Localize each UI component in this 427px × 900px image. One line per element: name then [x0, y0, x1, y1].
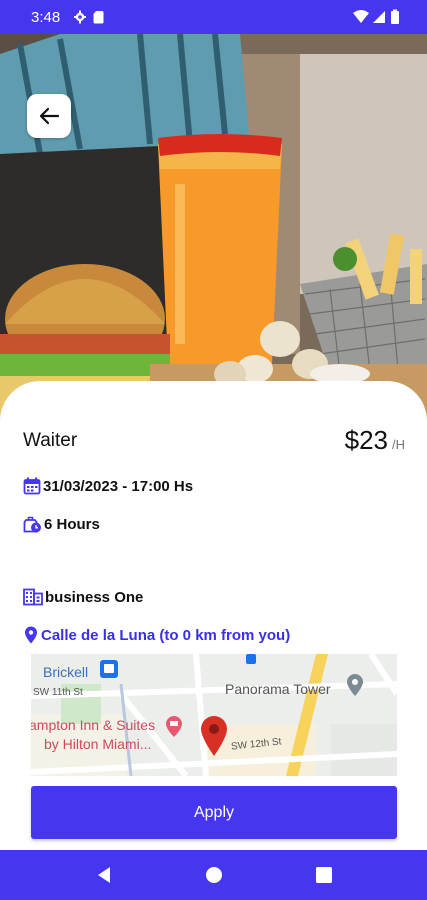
battery-icon: [391, 11, 399, 24]
apply-button[interactable]: Apply: [31, 786, 397, 839]
status-time: 3:48: [31, 9, 61, 26]
bus-stop-icon: [246, 654, 256, 664]
wifi-icon: [353, 10, 369, 23]
duration-row: 6 Hours: [23, 515, 100, 534]
nav-back-icon[interactable]: [94, 865, 114, 885]
location-pin-icon: [25, 626, 37, 644]
calendar-icon: [23, 477, 41, 495]
status-bar: 3:48: [0, 0, 427, 34]
map-label-street-sw11: SW 11th St: [33, 687, 83, 698]
hero-image: [0, 34, 427, 420]
map-label-brickell: Brickell: [43, 664, 89, 680]
date-row: 31/03/2023 - 17:00 Hs: [23, 477, 193, 495]
job-title: Waiter: [23, 430, 78, 451]
signal-icon: [373, 11, 385, 23]
address-row[interactable]: Calle de la Luna (to 0 km from you): [23, 626, 290, 644]
sim-card-icon: [93, 11, 104, 24]
map-label-hampton-line1: ampton Inn & Suites: [31, 717, 156, 733]
arrow-left-icon: [39, 107, 60, 125]
job-price: $23 /H: [345, 425, 405, 456]
nav-recents-icon[interactable]: [314, 865, 334, 885]
business-icon: [23, 588, 43, 606]
map-label-hampton-line2: by Hilton Miami...: [44, 736, 152, 752]
business-row: business One: [23, 588, 143, 606]
price-value: $23: [344, 425, 388, 455]
date-time-text: 31/03/2023 - 17:00 Hs: [43, 477, 194, 495]
status-right-icons: [353, 9, 405, 30]
business-name: business One: [45, 588, 144, 606]
status-left-icons: [74, 10, 106, 29]
back-button[interactable]: [27, 94, 71, 138]
duration-text: 6 Hours: [44, 516, 100, 533]
nav-home-icon[interactable]: [204, 865, 224, 885]
navigation-bar: [0, 850, 427, 900]
address-text: Calle de la Luna (to 0 km from you): [41, 626, 291, 644]
location-map[interactable]: Brickell SW 11th St Panorama Tower ampto…: [31, 654, 397, 776]
clock-bag-icon: [23, 516, 41, 533]
price-unit: /H: [392, 437, 405, 452]
map-label-panorama: Panorama Tower: [225, 681, 331, 697]
settings-icon: [74, 10, 104, 24]
